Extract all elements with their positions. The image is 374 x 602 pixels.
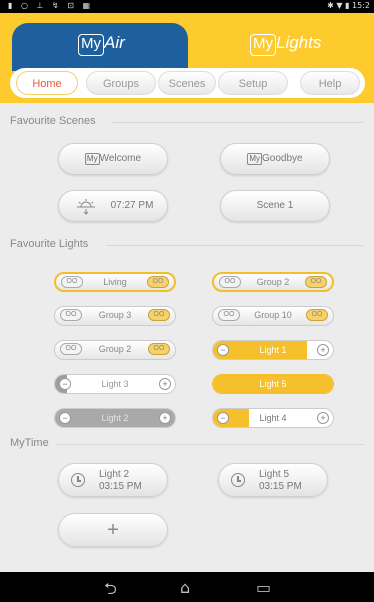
myair-logo: My Air: [78, 33, 125, 56]
light-group-2[interactable]: OO Group 2 OO: [212, 272, 334, 292]
light-group-3[interactable]: OO Group 3 OO: [54, 306, 176, 326]
main-nav: Home Groups Scenes Setup Help: [10, 68, 365, 98]
scene-goodbye-logo: My: [247, 153, 263, 165]
nav-help-button[interactable]: Help: [300, 71, 360, 95]
section-divider: [106, 245, 364, 246]
section-divider: [112, 122, 364, 123]
recent-apps-icon[interactable]: ▭: [256, 578, 271, 597]
light-off-knob[interactable]: OO: [60, 309, 82, 321]
nav-setup-button[interactable]: Setup: [218, 71, 288, 95]
light-group-label: Group 3: [98, 310, 132, 320]
light-group-label: Group 2: [256, 277, 290, 287]
light-2-label: Light 2: [101, 413, 129, 423]
mytime-name: Light 5: [259, 469, 290, 480]
mytime-title: MyTime: [10, 437, 49, 449]
scene-sunset-button[interactable]: 07:27 PM: [58, 190, 168, 222]
plus-icon: +: [107, 519, 119, 541]
section-divider: [56, 444, 364, 445]
light-group-label: Group 2: [98, 344, 132, 354]
app-header: My Air My Lights Home Groups Scenes Setup …: [0, 13, 374, 103]
mytime-time: 03:15 PM: [259, 481, 302, 492]
light-5-dimmer[interactable]: Light 5: [212, 374, 334, 394]
mytime-name: Light 2: [99, 469, 130, 480]
dimmer-decrease-button[interactable]: −: [59, 378, 71, 390]
tab-myair[interactable]: My Air: [12, 23, 188, 71]
scene-goodbye-button[interactable]: My Goodbye: [220, 143, 330, 175]
clock-icon: [231, 473, 245, 487]
dimmer-increase-button[interactable]: +: [159, 412, 171, 424]
light-on-knob[interactable]: OO: [148, 309, 170, 321]
light-on-knob[interactable]: OO: [147, 276, 169, 288]
scene-welcome-text: Welcome: [99, 153, 142, 164]
light-4-label: Light 4: [259, 413, 287, 423]
sunset-icon: [77, 199, 95, 215]
light-off-knob[interactable]: OO: [219, 276, 241, 288]
mylights-logo: My Lights: [250, 33, 321, 56]
light-on-knob[interactable]: OO: [148, 343, 170, 355]
light-1-label: Light 1: [259, 345, 287, 355]
light-group-label: Living: [103, 277, 127, 287]
myair-logo-my: My: [78, 34, 104, 56]
status-notification-icons: ▮ ○ ⊥ ↯ ⊡ ▦: [8, 1, 94, 10]
light-on-knob[interactable]: OO: [306, 309, 328, 321]
nav-home-button[interactable]: Home: [16, 71, 78, 95]
mytime-time: 03:15 PM: [99, 481, 142, 492]
light-off-knob[interactable]: OO: [218, 309, 240, 321]
mylights-logo-my: My: [250, 34, 276, 56]
mytime-light-5[interactable]: Light 5 03:15 PM: [218, 463, 328, 497]
scene-goodbye-label: My Goodbye: [221, 144, 329, 174]
dimmer-decrease-button[interactable]: −: [59, 412, 71, 424]
nav-scenes-button[interactable]: Scenes: [158, 71, 216, 95]
light-group-living[interactable]: OO Living OO: [54, 272, 176, 292]
status-system-icons: ✱ ▼ ▮ 15:2: [327, 1, 370, 10]
favourite-scenes-title: Favourite Scenes: [10, 115, 96, 127]
light-3-dimmer[interactable]: Light 3 − +: [54, 374, 176, 394]
android-nav-bar: ⮌ ⌂ ▭: [0, 572, 374, 602]
home-content: Favourite Scenes My Welcome My Goodbye 07:…: [0, 103, 374, 572]
scene-goodbye-text: Goodbye: [262, 153, 303, 164]
dimmer-decrease-button[interactable]: −: [217, 412, 229, 424]
scene-1-button[interactable]: Scene 1: [220, 190, 330, 222]
nav-groups-button[interactable]: Groups: [86, 71, 156, 95]
dimmer-increase-button[interactable]: +: [317, 344, 329, 356]
myair-logo-text: Air: [104, 33, 125, 52]
mytime-add-button[interactable]: +: [58, 513, 168, 547]
light-5-label: Light 5: [259, 379, 287, 389]
dimmer-increase-button[interactable]: +: [159, 378, 171, 390]
light-group-10[interactable]: OO Group 10 OO: [212, 306, 334, 326]
mytime-light-2[interactable]: Light 2 03:15 PM: [58, 463, 168, 497]
scene-1-label: Scene 1: [256, 200, 294, 211]
status-bar: ▮ ○ ⊥ ↯ ⊡ ▦ ✱ ▼ ▮ 15:2: [0, 0, 374, 13]
light-off-knob[interactable]: OO: [61, 276, 83, 288]
scene-welcome-button[interactable]: My Welcome: [58, 143, 168, 175]
light-group-2b[interactable]: OO Group 2 OO: [54, 340, 176, 360]
dimmer-increase-button[interactable]: +: [317, 412, 329, 424]
light-on-knob[interactable]: OO: [305, 276, 327, 288]
scene-welcome-label: My Welcome: [59, 144, 167, 174]
scene-sunset-time: 07:27 PM: [110, 200, 154, 211]
tab-mylights[interactable]: My Lights: [190, 23, 362, 71]
scene-welcome-logo: My: [84, 153, 100, 165]
mylights-logo-text: Lights: [276, 33, 322, 52]
home-icon[interactable]: ⌂: [180, 578, 190, 597]
light-2-dimmer[interactable]: Light 2 − +: [54, 408, 176, 428]
light-off-knob[interactable]: OO: [60, 343, 82, 355]
light-3-label: Light 3: [101, 379, 129, 389]
light-4-dimmer[interactable]: Light 4 − +: [212, 408, 334, 428]
status-icons: ✱ ▼ ▮: [327, 1, 350, 10]
light-1-dimmer[interactable]: Light 1 − +: [212, 340, 334, 360]
dimmer-decrease-button[interactable]: −: [217, 344, 229, 356]
status-time: 15:2: [352, 1, 370, 10]
favourite-lights-title: Favourite Lights: [10, 238, 89, 250]
clock-icon: [71, 473, 85, 487]
light-group-label: Group 10: [254, 310, 292, 320]
back-icon[interactable]: ⮌: [104, 578, 117, 602]
